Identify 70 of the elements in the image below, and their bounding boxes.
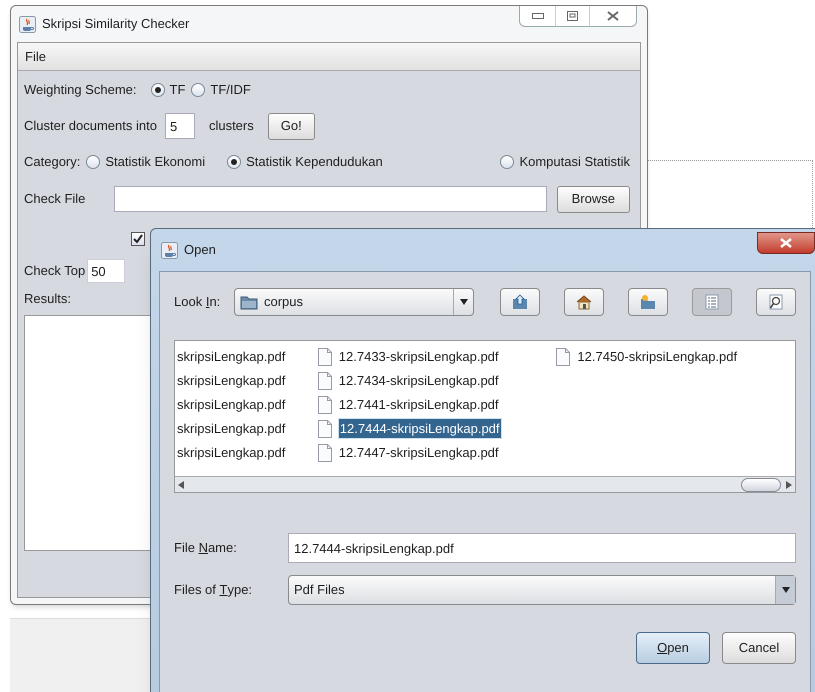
scroll-right-icon <box>785 480 793 488</box>
scroll-left-icon <box>177 480 185 488</box>
close-icon <box>780 238 792 248</box>
folder-icon <box>240 294 258 310</box>
file-icon <box>318 348 332 366</box>
field-label: Files of Type: <box>174 581 254 600</box>
close-icon <box>607 11 619 21</box>
radio-button[interactable]: Komputasi Statistik <box>500 152 630 172</box>
new-folder-icon <box>639 293 657 311</box>
toolbar-button[interactable] <box>564 288 604 316</box>
magnifier-icon <box>767 293 785 311</box>
dropdown-arrow-icon <box>460 299 468 305</box>
folder-up-icon <box>511 293 529 311</box>
toolbar-button[interactable] <box>500 288 540 316</box>
button[interactable]: Cancel <box>722 632 796 664</box>
file-icon <box>318 372 332 390</box>
field-label: Weighting Scheme: <box>24 81 136 100</box>
horizontal-scrollbar[interactable] <box>175 476 795 492</box>
home-icon <box>575 293 593 311</box>
radio-button[interactable]: Statistik Ekonomi <box>86 152 206 172</box>
list-entry[interactable]: skripsiLengkap.pdf <box>176 370 286 390</box>
list-view-icon <box>703 293 721 311</box>
toolbar-button[interactable] <box>692 288 732 316</box>
button[interactable]: Browse <box>556 186 630 212</box>
toolbar-button[interactable] <box>628 288 668 316</box>
list-entry[interactable]: 12.7444-skripsiLengkap.pdf <box>338 418 502 440</box>
list-entry[interactable]: skripsiLengkap.pdf <box>176 346 286 366</box>
file-icon <box>318 396 332 414</box>
field-label: Look In: <box>174 293 222 312</box>
field-label: Category: <box>24 153 80 172</box>
number-field[interactable]: 5 <box>164 113 195 139</box>
list-entry[interactable]: skripsiLengkap.pdf <box>176 394 286 414</box>
scroll-thumb[interactable] <box>741 478 781 492</box>
list-entry[interactable]: 12.7441-skripsiLengkap.pdf <box>338 394 500 414</box>
field-label: clusters <box>208 117 254 136</box>
menu-item[interactable]: File <box>23 46 48 66</box>
file-icon <box>318 420 332 438</box>
file-path-field[interactable] <box>114 186 547 212</box>
list-entry[interactable]: 12.7447-skripsiLengkap.pdf <box>338 442 500 462</box>
app-icon <box>19 16 36 32</box>
list-entry[interactable]: 12.7434-skripsiLengkap.pdf <box>338 370 500 390</box>
minimize-icon <box>532 13 544 19</box>
toolbar-button[interactable] <box>756 288 796 316</box>
number-field[interactable]: 50 <box>87 259 126 283</box>
list-entry[interactable]: 12.7450-skripsiLengkap.pdf <box>576 346 738 366</box>
button[interactable]: Open <box>636 632 710 664</box>
window-title: Skripsi Similarity Checker <box>42 15 190 34</box>
list-entry[interactable]: skripsiLengkap.pdf <box>176 418 286 438</box>
dialog-title: Open <box>184 241 216 260</box>
folder-dropdown[interactable]: corpus <box>234 288 474 316</box>
file-icon <box>318 444 332 462</box>
field-label: Cluster documents into <box>24 117 157 136</box>
field-label: Results: <box>24 290 71 308</box>
field-label: Check Top <box>24 262 86 280</box>
app-icon <box>161 242 178 258</box>
checkbox[interactable] <box>131 232 145 246</box>
maximize-icon <box>567 11 578 21</box>
radio-button[interactable]: TF/IDF <box>191 80 251 100</box>
file-name-field[interactable]: 12.7444-skripsiLengkap.pdf <box>288 533 796 563</box>
list-entry[interactable]: skripsiLengkap.pdf <box>176 442 286 462</box>
field-label: File Name: <box>174 539 238 558</box>
list-entry[interactable]: 12.7433-skripsiLengkap.pdf <box>338 346 500 366</box>
file-icon <box>556 348 570 366</box>
dropdown-arrow-icon <box>782 587 790 593</box>
button[interactable]: Go! <box>268 112 315 140</box>
field-label: Check File <box>24 190 86 208</box>
radio-button[interactable]: TF <box>150 80 186 100</box>
file-type-dropdown[interactable]: Pdf Files <box>288 575 796 605</box>
close-button[interactable] <box>757 232 815 254</box>
radio-button[interactable]: Statistik Kependudukan <box>227 152 383 172</box>
